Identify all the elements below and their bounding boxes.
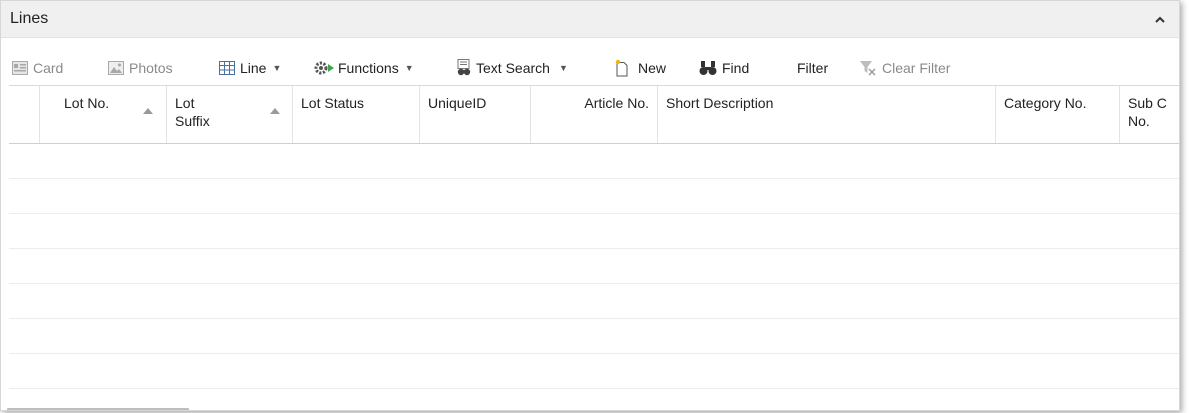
new-document-icon: [614, 59, 630, 77]
line-menu-button[interactable]: Line ▼: [219, 55, 281, 81]
binoculars-icon: [699, 60, 717, 76]
filter-label: Filter: [797, 60, 829, 76]
gear-icon: [313, 60, 335, 76]
table-row[interactable]: [9, 249, 1179, 284]
column-header-label: Sub C: [1128, 95, 1167, 111]
functions-label: Functions: [338, 60, 399, 76]
card-label: Card: [33, 60, 64, 76]
find-label: Find: [722, 60, 750, 76]
column-header-label-line2: No.: [1128, 113, 1150, 129]
grid-header-row: Lot No. Lot Suffix Lot Status UniqueID A…: [9, 86, 1179, 144]
horizontal-scrollbar[interactable]: [7, 408, 189, 410]
photos-button[interactable]: Photos: [108, 55, 173, 81]
sort-ascending-icon: [270, 108, 280, 114]
text-search-menu-button[interactable]: Text Search ▼: [455, 55, 568, 81]
clear-filter-icon: [859, 60, 877, 76]
filter-button[interactable]: Filter: [797, 55, 828, 81]
column-header-lot-no[interactable]: Lot No.: [40, 86, 167, 143]
table-row[interactable]: [9, 284, 1179, 319]
new-label: New: [638, 60, 667, 76]
table-row[interactable]: [9, 144, 1179, 179]
table-row[interactable]: [9, 179, 1179, 214]
toolbar: Card Photos Line ▼ Functions ▼ Text Sear…: [1, 55, 1179, 81]
column-header-uniqueid[interactable]: UniqueID: [420, 86, 531, 143]
chevron-up-icon[interactable]: [1153, 13, 1167, 25]
panel-header: Lines: [1, 1, 1179, 38]
card-icon: [12, 61, 28, 75]
column-header-category-no[interactable]: Category No.: [996, 86, 1120, 143]
column-header-label-line2: Suffix: [175, 113, 210, 129]
sort-ascending-icon: [143, 108, 153, 114]
table-row[interactable]: [9, 214, 1179, 249]
new-button[interactable]: New: [614, 55, 666, 81]
column-header-label: Short Description: [666, 95, 774, 111]
lines-panel: Lines Card Photos Line ▼ Functions ▼ Tex…: [0, 0, 1180, 411]
dropdown-arrow-icon: ▼: [558, 63, 568, 73]
lines-grid: Lot No. Lot Suffix Lot Status UniqueID A…: [9, 85, 1179, 401]
photo-icon: [108, 61, 124, 75]
table-row[interactable]: [9, 319, 1179, 354]
column-header-sub-category-no[interactable]: Sub C No.: [1120, 86, 1179, 143]
table-row[interactable]: [9, 354, 1179, 389]
functions-menu-button[interactable]: Functions ▼: [313, 55, 414, 81]
text-search-label: Text Search: [476, 60, 550, 76]
grid-icon: [219, 61, 235, 75]
panel-title: Lines: [10, 10, 49, 27]
clear-filter-button[interactable]: Clear Filter: [859, 55, 950, 81]
line-label: Line: [240, 60, 267, 76]
column-header-label: Lot Status: [301, 95, 365, 111]
column-header-article-no[interactable]: Article No.: [531, 86, 658, 143]
clear-filter-label: Clear Filter: [882, 60, 951, 76]
column-header-short-description[interactable]: Short Description: [658, 86, 996, 143]
column-header-lot-status[interactable]: Lot Status: [293, 86, 420, 143]
text-search-icon: [455, 59, 473, 77]
dropdown-arrow-icon: ▼: [404, 63, 414, 73]
column-header-label: Category No.: [1004, 95, 1087, 111]
dropdown-arrow-icon: ▼: [272, 63, 282, 73]
column-header-label: Lot: [175, 95, 195, 111]
photos-label: Photos: [129, 60, 173, 76]
column-header-label: UniqueID: [428, 95, 487, 111]
find-button[interactable]: Find: [699, 55, 749, 81]
column-header-label: Article No.: [584, 95, 649, 111]
column-header-label: Lot No.: [64, 95, 110, 111]
row-selector-header[interactable]: [9, 86, 40, 143]
column-header-lot-suffix[interactable]: Lot Suffix: [167, 86, 293, 143]
card-button[interactable]: Card: [12, 55, 63, 81]
